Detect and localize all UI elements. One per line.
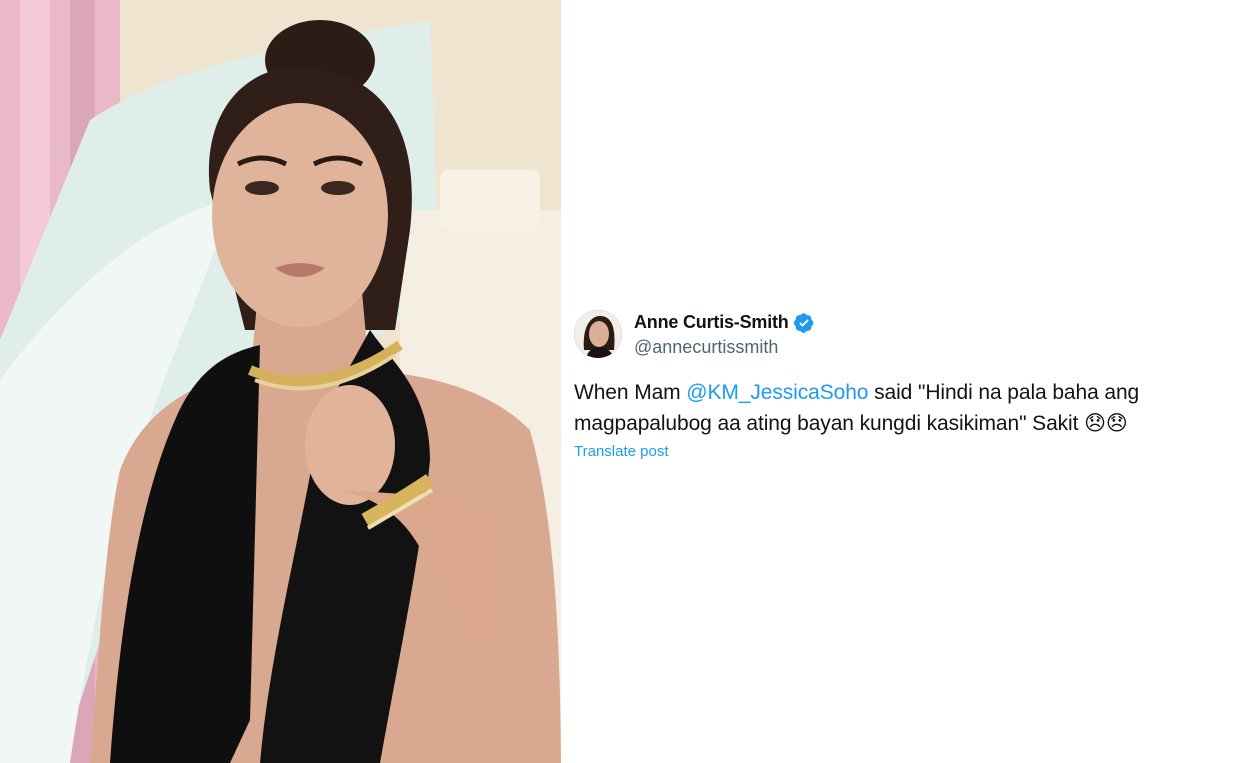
translate-post-link[interactable]: Translate post bbox=[574, 443, 669, 460]
author-handle[interactable]: @annecurtissmith bbox=[634, 337, 815, 358]
display-name[interactable]: Anne Curtis-Smith bbox=[634, 312, 789, 333]
avatar[interactable] bbox=[574, 310, 622, 358]
tweet-header: Anne Curtis-Smith @annecurtissmith bbox=[574, 308, 1214, 360]
author-names: Anne Curtis-Smith @annecurtissmith bbox=[634, 311, 815, 358]
mention-link[interactable]: @KM_JessicaSoho bbox=[686, 381, 868, 404]
post-photo[interactable] bbox=[0, 0, 561, 763]
name-row: Anne Curtis-Smith bbox=[634, 311, 815, 335]
tweet-text-before-mention: When Mam bbox=[574, 381, 687, 404]
emoji-text: 😞😞 bbox=[1084, 412, 1128, 435]
avatar-image bbox=[574, 310, 622, 358]
portrait-illustration bbox=[0, 0, 561, 763]
tweet-card: Anne Curtis-Smith @annecurtissmith When … bbox=[574, 308, 1214, 461]
verified-badge-icon[interactable] bbox=[793, 312, 815, 334]
tweet-text: When Mam @KM_JessicaSoho said "Hindi na … bbox=[574, 377, 1214, 439]
